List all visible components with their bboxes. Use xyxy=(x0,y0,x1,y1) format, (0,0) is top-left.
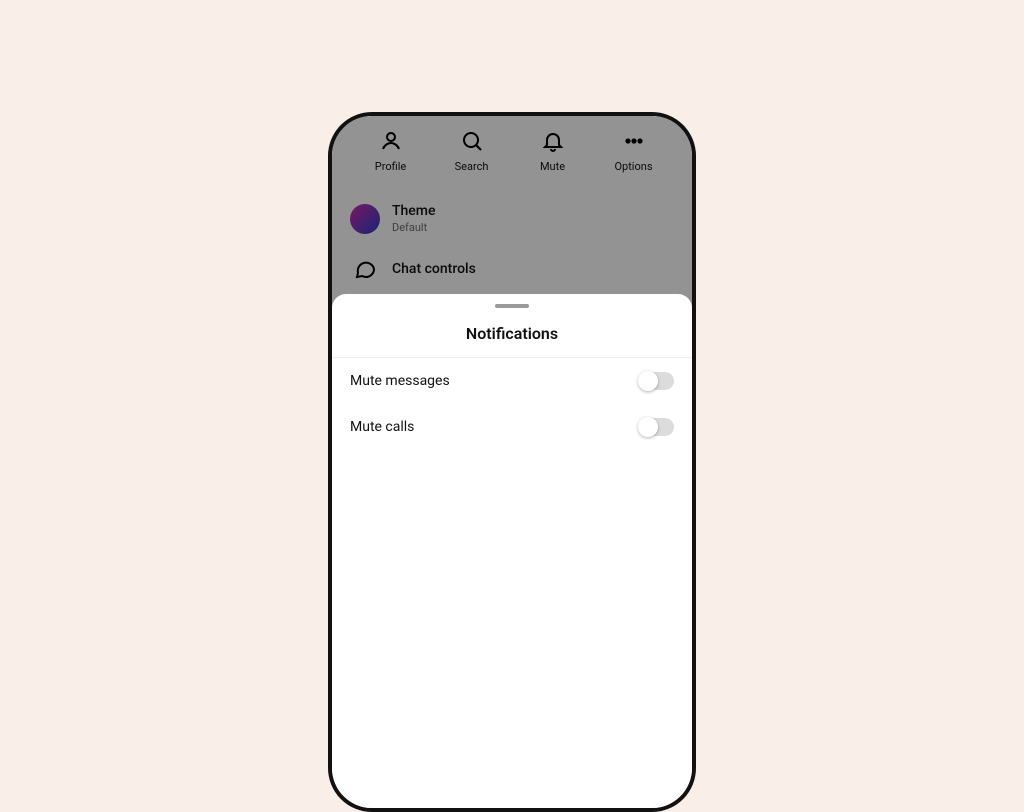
mute-messages-row[interactable]: Mute messages xyxy=(332,358,692,404)
mute-messages-label: Mute messages xyxy=(350,373,450,389)
notifications-sheet: Notifications Mute messages Mute calls xyxy=(332,294,692,808)
mute-calls-label: Mute calls xyxy=(350,419,414,435)
toggle-knob xyxy=(638,417,658,437)
phone-frame: Profile Search Mute Options xyxy=(328,112,696,812)
screen: Profile Search Mute Options xyxy=(332,116,692,808)
mute-calls-row[interactable]: Mute calls xyxy=(332,404,692,450)
toggle-knob xyxy=(638,371,658,391)
sheet-title: Notifications xyxy=(332,308,692,358)
mute-messages-toggle[interactable] xyxy=(638,372,674,390)
mute-calls-toggle[interactable] xyxy=(638,418,674,436)
